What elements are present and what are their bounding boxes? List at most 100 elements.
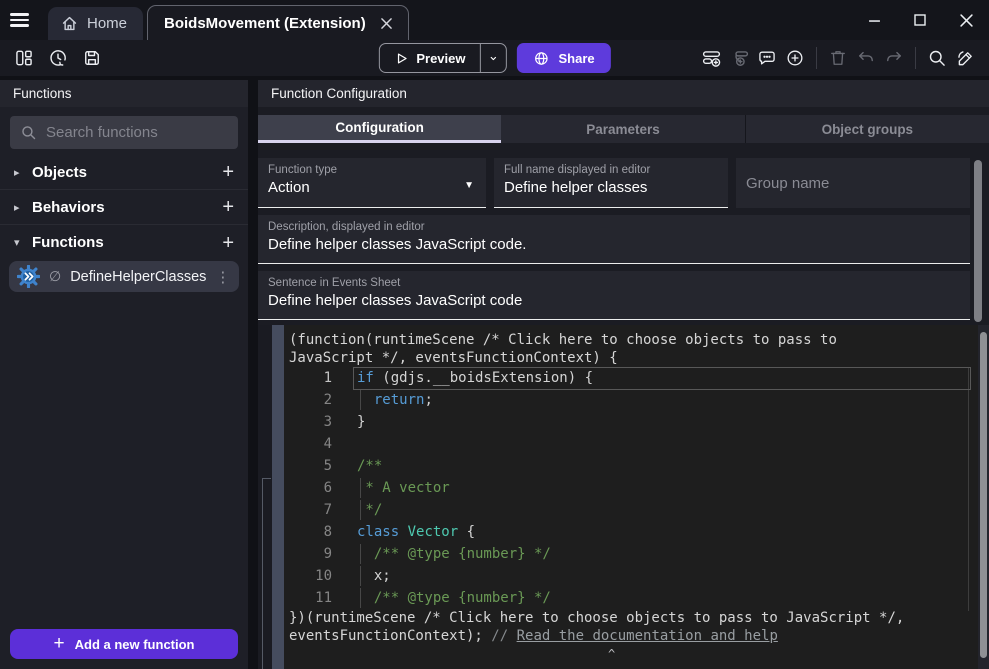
menu-icon[interactable] [0, 0, 36, 40]
sidebar-header: Functions [0, 80, 248, 107]
search-functions-box[interactable] [10, 116, 238, 149]
sentence-field[interactable]: Sentence in Events Sheet [258, 271, 970, 320]
line-number: 5 [289, 458, 332, 474]
form-scrollbar[interactable] [974, 160, 982, 322]
add-behaviors-icon[interactable]: + [222, 197, 234, 217]
indent-guide [360, 544, 361, 564]
add-new-function-label: Add a new function [75, 637, 195, 652]
sentence-input[interactable] [268, 292, 960, 309]
code-line-text: /** [357, 458, 382, 474]
function-item-label: DefineHelperClasses [70, 269, 206, 285]
code-line-text: class Vector { [357, 524, 475, 540]
tab-home[interactable]: Home [48, 7, 143, 40]
add-event-icon[interactable] [697, 44, 725, 72]
minimize-button[interactable] [851, 0, 897, 40]
line-number: 6 [289, 480, 332, 496]
description-field[interactable]: Description, displayed in editor [258, 215, 970, 264]
globe-icon [533, 50, 550, 67]
description-input[interactable] [268, 236, 960, 253]
content-area: Functions ▸Objects+▸Behaviors+▾Functions… [0, 80, 989, 669]
indent-guide [360, 588, 361, 608]
undo-icon[interactable] [852, 44, 880, 72]
close-window-button[interactable] [943, 0, 989, 40]
event-selection-bracket [262, 478, 271, 669]
add-subevent-icon[interactable] [725, 44, 753, 72]
code-line-2[interactable]: 2 return; [289, 389, 978, 411]
save-icon[interactable] [78, 44, 106, 72]
code-line-11[interactable]: 11 /** @type {number} */ [289, 587, 978, 609]
edit-properties-icon[interactable] [951, 44, 979, 72]
code-line-6[interactable]: 6 * A vector [289, 477, 978, 499]
redo-icon[interactable] [880, 44, 908, 72]
code-line-text: return; [357, 392, 433, 408]
code-line-8[interactable]: 8class Vector { [289, 521, 978, 543]
code-lines[interactable]: 1if (gdjs.__boidsExtension) {2 return;3}… [289, 367, 978, 609]
function-gear-icon [17, 265, 40, 288]
event-left-bar[interactable] [272, 325, 284, 669]
preview-button[interactable]: Preview [379, 44, 479, 72]
line-number: 10 [289, 568, 332, 584]
project-manager-icon[interactable] [10, 44, 38, 72]
code-area[interactable]: (function(runtimeScene /* Click here to … [284, 325, 978, 669]
footer-comment-prefix: // [491, 628, 516, 644]
code-line-4[interactable]: 4 [289, 433, 978, 455]
window-controls [851, 0, 989, 40]
history-icon[interactable] [44, 44, 72, 72]
function-item-definehelperclasses[interactable]: ∅ DefineHelperClasses ⋮ [9, 261, 239, 292]
line-number: 11 [289, 590, 332, 606]
tab-configuration[interactable]: Configuration [258, 115, 501, 143]
indent-guide [360, 478, 361, 498]
scroll-caret-icon: ^ [608, 647, 615, 661]
add-comment-icon[interactable] [753, 44, 781, 72]
code-line-10[interactable]: 10 x; [289, 565, 978, 587]
search-icon[interactable] [923, 44, 951, 72]
section-label: Functions [32, 234, 222, 251]
tab-boidsmovement-extension[interactable]: BoidsMovement (Extension) [147, 5, 409, 40]
add-objects-icon[interactable]: + [222, 162, 234, 182]
maximize-button[interactable] [897, 0, 943, 40]
play-icon [393, 51, 408, 66]
add-new-function-button[interactable]: + Add a new function [10, 629, 238, 659]
chevron-collapsed-icon[interactable]: ▸ [14, 201, 32, 214]
tab-home-label: Home [87, 15, 127, 32]
code-line-text: if (gdjs.__boidsExtension) { [357, 370, 593, 386]
group-name-input[interactable] [746, 175, 960, 192]
chevron-collapsed-icon[interactable]: ▸ [14, 166, 32, 179]
code-header-line[interactable]: (function(runtimeScene /* Click here to … [289, 331, 929, 367]
chevron-expanded-icon[interactable]: ▾ [14, 236, 32, 249]
line-number: 3 [289, 414, 332, 430]
function-type-select[interactable]: Function type Action ▼ [258, 158, 486, 208]
code-scrollbar[interactable] [980, 332, 987, 658]
group-name-field[interactable] [736, 158, 970, 208]
line-number: 7 [289, 502, 332, 518]
sidebar-spacer [0, 292, 248, 629]
code-line-5[interactable]: 5 /** [289, 455, 978, 477]
sidebar-section-objects[interactable]: ▸Objects+ [0, 155, 248, 190]
home-icon [60, 14, 79, 33]
code-line-9[interactable]: 9 /** @type {number} */ [289, 543, 978, 565]
code-line-7[interactable]: 7 */ [289, 499, 978, 521]
sidebar-section-behaviors[interactable]: ▸Behaviors+ [0, 190, 248, 225]
delete-icon[interactable] [824, 44, 852, 72]
close-tab-icon[interactable] [378, 14, 396, 32]
code-line-3[interactable]: 3} [289, 411, 978, 433]
share-label: Share [559, 51, 595, 66]
code-footer-line[interactable]: })(runtimeScene /* Click here to choose … [289, 609, 929, 645]
sidebar-section-functions[interactable]: ▾Functions+ [0, 225, 248, 260]
documentation-link[interactable]: Read the documentation and help [517, 628, 778, 644]
code-line-1[interactable]: 1if (gdjs.__boidsExtension) { [289, 367, 978, 389]
full-name-field[interactable]: Full name displayed in editor [494, 158, 728, 208]
code-line-text: * A vector [357, 480, 450, 496]
preview-dropdown-button[interactable] [480, 44, 506, 72]
add-functions-icon[interactable]: + [222, 233, 234, 253]
search-functions-input[interactable] [46, 124, 228, 141]
section-label: Objects [32, 164, 222, 181]
tab-object-groups[interactable]: Object groups [745, 115, 989, 143]
sentence-label: Sentence in Events Sheet [268, 277, 960, 289]
item-menu-dots-icon[interactable]: ⋮ [215, 268, 230, 286]
code-line-text: /** @type {number} */ [357, 590, 551, 606]
share-button[interactable]: Share [517, 43, 611, 73]
full-name-input[interactable] [504, 179, 718, 196]
circle-plus-icon[interactable] [781, 44, 809, 72]
tab-parameters[interactable]: Parameters [501, 115, 744, 143]
